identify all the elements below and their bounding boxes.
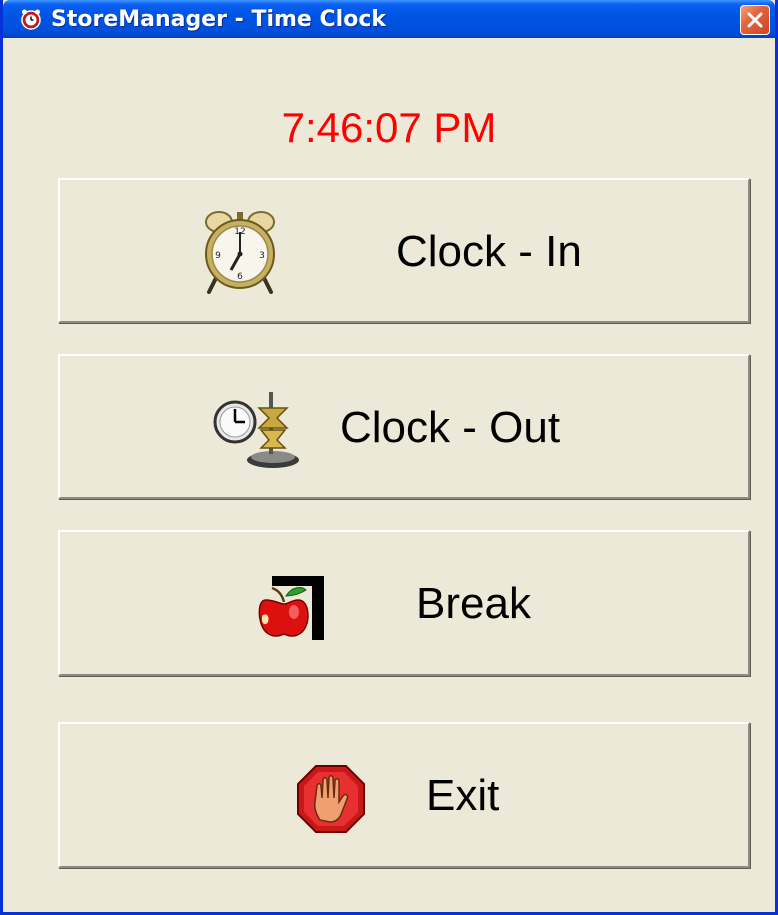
break-label: Break xyxy=(416,579,531,628)
close-icon xyxy=(747,12,763,28)
alarm-clock-icon: 12 3 6 9 xyxy=(197,206,283,301)
close-button[interactable] xyxy=(740,5,770,35)
time-clock-window: StoreManager - Time Clock 7:46:07 PM 12 … xyxy=(0,0,778,915)
clock-out-button[interactable]: Clock - Out xyxy=(58,354,750,499)
svg-text:6: 6 xyxy=(237,272,243,282)
window-title: StoreManager - Time Clock xyxy=(51,7,386,32)
clock-in-label: Clock - In xyxy=(396,227,582,276)
alarm-clock-icon xyxy=(20,8,42,30)
title-bar[interactable]: StoreManager - Time Clock xyxy=(3,0,775,38)
stop-hand-icon xyxy=(296,764,366,839)
svg-text:3: 3 xyxy=(259,251,265,261)
clock-out-label: Clock - Out xyxy=(340,403,561,452)
current-time: 7:46:07 PM xyxy=(281,104,497,151)
break-button[interactable]: Break xyxy=(58,530,750,676)
exit-button[interactable]: Exit xyxy=(58,722,750,868)
clock-in-button[interactable]: 12 3 6 9 Clock - In xyxy=(58,178,750,323)
apple-break-icon xyxy=(256,572,328,647)
exit-label: Exit xyxy=(426,771,500,820)
svg-text:9: 9 xyxy=(215,251,221,261)
clock-punch-icon xyxy=(211,390,301,475)
